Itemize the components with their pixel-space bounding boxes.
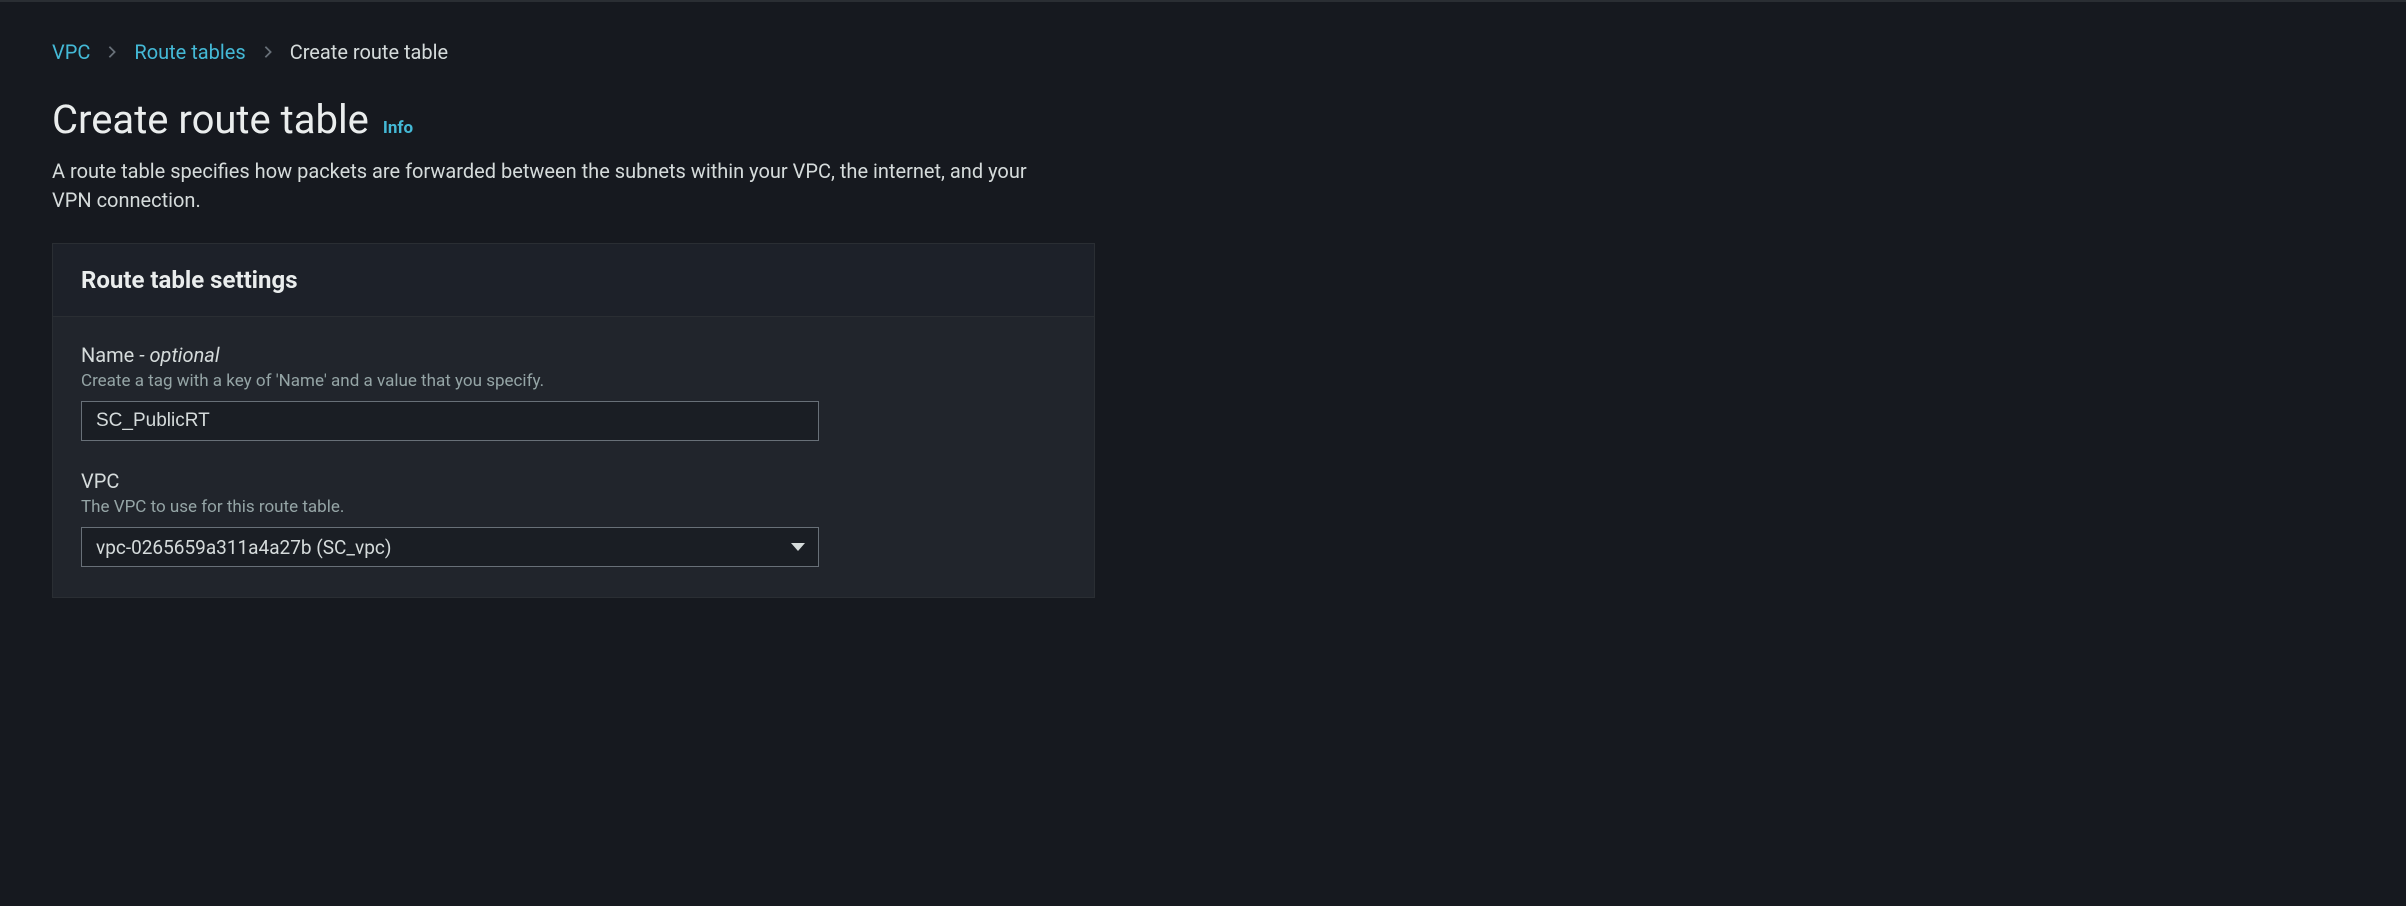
panel-header: Route table settings <box>53 244 1094 317</box>
name-label: Name <box>81 343 134 367</box>
name-label-suffix: - optional <box>134 343 219 367</box>
name-hint: Create a tag with a key of 'Name' and a … <box>81 371 1066 391</box>
vpc-hint: The VPC to use for this route table. <box>81 497 1066 517</box>
name-form-group: Name - optional Create a tag with a key … <box>81 343 1066 441</box>
breadcrumb-link-vpc[interactable]: VPC <box>52 40 90 64</box>
page-title: Create route table <box>52 96 369 143</box>
page-header: Create route table Info <box>52 96 2354 143</box>
vpc-select-wrapper: vpc-0265659a311a4a27b (SC_vpc) <box>81 527 819 567</box>
page-description: A route table specifies how packets are … <box>52 157 1062 215</box>
panel-body: Name - optional Create a tag with a key … <box>53 317 1094 597</box>
breadcrumb: VPC Route tables Create route table <box>52 40 2354 64</box>
breadcrumb-link-route-tables[interactable]: Route tables <box>134 40 245 64</box>
vpc-select-value: vpc-0265659a311a4a27b (SC_vpc) <box>96 536 391 559</box>
chevron-right-icon <box>261 45 275 59</box>
panel-title: Route table settings <box>81 266 1066 294</box>
info-link[interactable]: Info <box>383 118 413 138</box>
breadcrumb-current: Create route table <box>290 40 448 64</box>
name-label-row: Name - optional <box>81 343 1066 367</box>
vpc-form-group: VPC The VPC to use for this route table.… <box>81 469 1066 567</box>
name-input[interactable] <box>81 401 819 441</box>
content-wrapper: VPC Route tables Create route table Crea… <box>0 2 2406 664</box>
vpc-label: VPC <box>81 469 119 493</box>
route-table-settings-panel: Route table settings Name - optional Cre… <box>52 243 1095 598</box>
chevron-right-icon <box>105 45 119 59</box>
vpc-select[interactable]: vpc-0265659a311a4a27b (SC_vpc) <box>81 527 819 567</box>
